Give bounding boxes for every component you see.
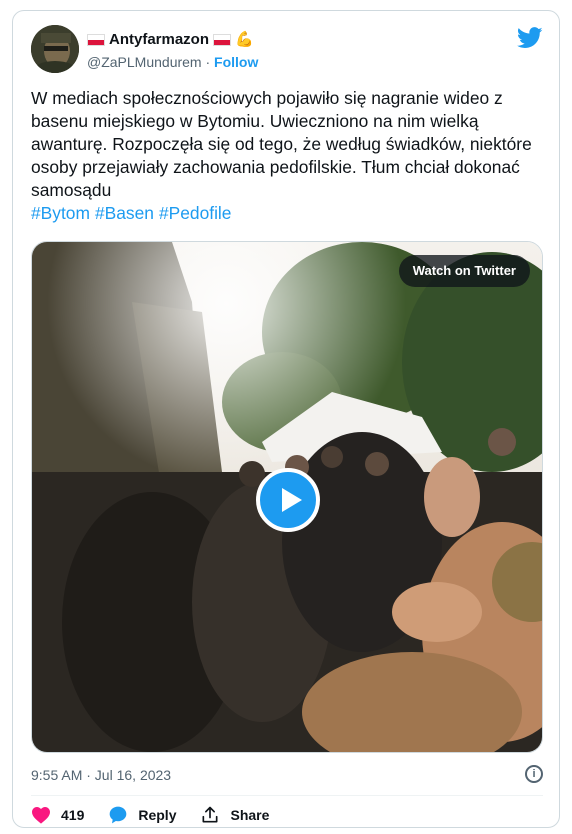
timestamp[interactable]: 9:55 AM · Jul 16, 2023 bbox=[31, 767, 171, 783]
share-icon bbox=[202, 806, 218, 823]
tweet-header: Antyfarmazon 💪 @ZaPLMundurem · Follow bbox=[31, 25, 543, 77]
display-name-row[interactable]: Antyfarmazon 💪 bbox=[87, 31, 258, 49]
handle-separator: · bbox=[205, 54, 211, 70]
like-count: 419 bbox=[61, 807, 85, 823]
twitter-bird-icon[interactable] bbox=[516, 27, 543, 49]
follow-button[interactable]: Follow bbox=[214, 54, 258, 70]
info-icon[interactable]: i bbox=[525, 765, 543, 783]
poland-flag-icon bbox=[213, 34, 232, 46]
author-handle[interactable]: @ZaPLMundurem bbox=[87, 54, 202, 70]
hashtag-list: #Bytom #Basen #Pedofile bbox=[31, 202, 539, 225]
watch-on-twitter-button[interactable]: Watch on Twitter bbox=[398, 255, 530, 287]
share-label: Share bbox=[230, 807, 270, 823]
flexed-biceps-icon: 💪 bbox=[235, 31, 254, 48]
hashtag-link[interactable]: #Basen bbox=[95, 203, 154, 223]
share-button[interactable]: Share bbox=[200, 805, 269, 825]
action-bar: 419 Reply Share bbox=[31, 802, 543, 828]
speech-bubble-icon bbox=[110, 806, 127, 824]
tweet-meta: 9:55 AM · Jul 16, 2023 i bbox=[31, 763, 543, 787]
video-player[interactable]: Watch on Twitter bbox=[31, 241, 543, 753]
hashtag-link[interactable]: #Pedofile bbox=[159, 203, 232, 223]
handle-row: @ZaPLMundurem · Follow bbox=[87, 53, 258, 71]
reply-label: Reply bbox=[138, 807, 177, 823]
tweet-text: W mediach społecznościowych pojawiło się… bbox=[31, 87, 539, 225]
display-name[interactable]: Antyfarmazon bbox=[109, 31, 209, 49]
author-names: Antyfarmazon 💪 @ZaPLMundurem · Follow bbox=[87, 31, 258, 71]
tweet-card: Antyfarmazon 💪 @ZaPLMundurem · Follow W … bbox=[12, 10, 560, 828]
play-icon[interactable] bbox=[256, 468, 320, 532]
heart-icon bbox=[32, 806, 50, 824]
hashtag-link[interactable]: #Bytom bbox=[31, 203, 90, 223]
like-button[interactable]: 419 bbox=[31, 806, 84, 824]
avatar[interactable] bbox=[31, 25, 79, 73]
reply-button[interactable]: Reply bbox=[108, 805, 176, 825]
tweet-body: W mediach społecznościowych pojawiło się… bbox=[31, 88, 532, 200]
poland-flag-icon bbox=[87, 34, 105, 46]
divider bbox=[31, 795, 543, 796]
